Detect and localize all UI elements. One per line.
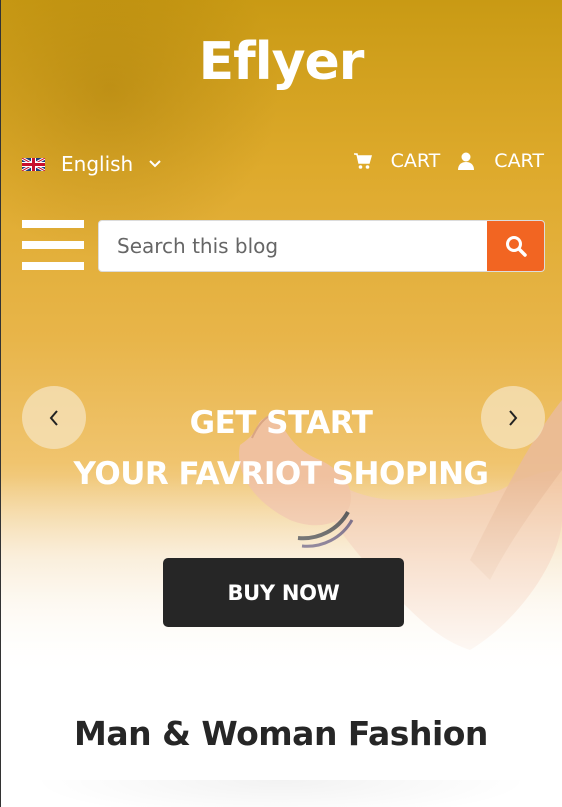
account-link[interactable]: CART — [456, 150, 544, 172]
user-icon — [456, 151, 476, 171]
hero-banner: Eflyer English CART CART Search this blo… — [0, 0, 562, 680]
hero-headline-line2: YOUR FAVRIOT SHOPING — [73, 456, 490, 492]
section-divider — [30, 780, 532, 807]
site-logo[interactable]: Eflyer — [0, 32, 562, 92]
buy-now-button[interactable]: BUY NOW — [163, 558, 404, 627]
cart-link[interactable]: CART — [353, 150, 441, 172]
cart-label: CART — [390, 150, 441, 172]
hamburger-menu-icon[interactable] — [22, 220, 84, 272]
account-label: CART — [494, 150, 544, 172]
language-label: English — [61, 152, 134, 176]
chevron-down-icon — [149, 157, 161, 172]
language-selector[interactable]: English — [22, 152, 161, 176]
hero-headline-line1: GET START — [189, 405, 373, 441]
search-bar — [98, 220, 545, 272]
search-icon — [505, 236, 527, 257]
search-button[interactable] — [487, 221, 544, 271]
section-title: Man & Woman Fashion — [74, 714, 488, 753]
page-border — [0, 0, 1, 807]
search-input[interactable] — [99, 221, 487, 271]
shopping-cart-icon — [353, 151, 373, 171]
uk-flag-icon — [22, 157, 45, 171]
header-links: CART CART — [353, 150, 544, 172]
